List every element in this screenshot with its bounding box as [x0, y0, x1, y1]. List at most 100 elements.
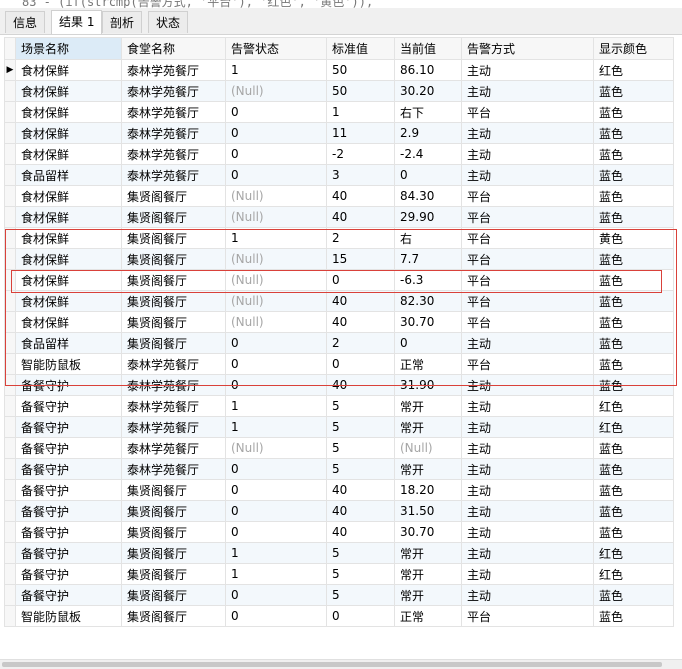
table-cell[interactable]: 主动: [461, 374, 594, 396]
table-cell[interactable]: 食材保鲜: [15, 206, 122, 228]
row-indicator[interactable]: [4, 605, 16, 627]
table-cell[interactable]: 食材保鲜: [15, 269, 122, 291]
table-cell[interactable]: 集贤阁餐厅: [121, 479, 226, 501]
table-cell[interactable]: 0: [225, 332, 327, 354]
column-header[interactable]: 场景名称: [15, 37, 122, 60]
table-cell[interactable]: 蓝色: [593, 311, 674, 333]
table-row[interactable]: 食材保鲜 泰林学苑餐厅 0 -2 -2.4 主动 蓝色: [4, 143, 674, 165]
table-cell[interactable]: 食材保鲜: [15, 122, 122, 144]
table-cell[interactable]: 食品留样: [15, 164, 122, 186]
table-row[interactable]: 备餐守护 泰林学苑餐厅 0 40 31.90 主动 蓝色: [4, 374, 674, 396]
table-cell[interactable]: 29.90: [394, 206, 462, 228]
table-cell[interactable]: 40: [326, 479, 395, 501]
row-indicator[interactable]: ▶: [4, 59, 16, 81]
row-indicator[interactable]: [4, 437, 16, 459]
table-cell[interactable]: 常开: [394, 584, 462, 606]
table-cell[interactable]: 蓝色: [593, 290, 674, 312]
table-cell[interactable]: 蓝色: [593, 80, 674, 102]
column-header[interactable]: 告警方式: [461, 37, 594, 60]
row-indicator[interactable]: [4, 500, 16, 522]
table-cell[interactable]: 泰林学苑餐厅: [121, 122, 226, 144]
table-cell[interactable]: -2: [326, 143, 395, 165]
table-cell[interactable]: 平台: [461, 311, 594, 333]
row-indicator[interactable]: [4, 101, 16, 123]
table-row[interactable]: 备餐守护 泰林学苑餐厅 0 5 常开 主动 蓝色: [4, 458, 674, 480]
table-cell[interactable]: (Null): [225, 80, 327, 102]
row-indicator[interactable]: [4, 542, 16, 564]
table-cell[interactable]: 30.20: [394, 80, 462, 102]
row-indicator[interactable]: [4, 353, 16, 375]
table-cell[interactable]: 备餐守护: [15, 479, 122, 501]
table-cell[interactable]: -6.3: [394, 269, 462, 291]
row-indicator[interactable]: [4, 584, 16, 606]
table-cell[interactable]: 平台: [461, 185, 594, 207]
table-cell[interactable]: 0: [225, 500, 327, 522]
table-cell[interactable]: 集贤阁餐厅: [121, 248, 226, 270]
table-cell[interactable]: 红色: [593, 416, 674, 438]
table-cell[interactable]: 0: [225, 584, 327, 606]
table-cell[interactable]: 1: [326, 101, 395, 123]
table-cell[interactable]: 40: [326, 290, 395, 312]
table-cell[interactable]: 蓝色: [593, 185, 674, 207]
table-cell[interactable]: 蓝色: [593, 500, 674, 522]
table-cell[interactable]: 食材保鲜: [15, 143, 122, 165]
scrollbar-thumb[interactable]: [2, 662, 662, 667]
table-row[interactable]: ▶ 食材保鲜 泰林学苑餐厅 1 50 86.10 主动 红色: [4, 59, 674, 81]
table-cell[interactable]: 集贤阁餐厅: [121, 269, 226, 291]
table-cell[interactable]: 11: [326, 122, 395, 144]
table-cell[interactable]: 泰林学苑餐厅: [121, 143, 226, 165]
table-cell[interactable]: 5: [326, 416, 395, 438]
table-cell[interactable]: 集贤阁餐厅: [121, 563, 226, 585]
row-indicator[interactable]: [4, 185, 16, 207]
table-row[interactable]: 智能防鼠板 集贤阁餐厅 0 0 正常 平台 蓝色: [4, 605, 674, 627]
table-cell[interactable]: 平台: [461, 605, 594, 627]
table-cell[interactable]: (Null): [225, 248, 327, 270]
table-cell[interactable]: 集贤阁餐厅: [121, 185, 226, 207]
table-cell[interactable]: 泰林学苑餐厅: [121, 353, 226, 375]
column-header[interactable]: 食堂名称: [121, 37, 226, 60]
table-cell[interactable]: 0: [225, 458, 327, 480]
table-cell[interactable]: 右下: [394, 101, 462, 123]
table-row[interactable]: 备餐守护 集贤阁餐厅 0 5 常开 主动 蓝色: [4, 584, 674, 606]
table-cell[interactable]: 集贤阁餐厅: [121, 584, 226, 606]
table-row[interactable]: 食材保鲜 泰林学苑餐厅 0 1 右下 平台 蓝色: [4, 101, 674, 123]
table-cell[interactable]: 0: [225, 122, 327, 144]
table-cell[interactable]: 40: [326, 311, 395, 333]
table-row[interactable]: 食材保鲜 集贤阁餐厅 1 2 右平台 黄色: [4, 227, 674, 249]
table-cell[interactable]: 蓝色: [593, 101, 674, 123]
table-cell[interactable]: 0: [225, 164, 327, 186]
table-cell[interactable]: 食材保鲜: [15, 80, 122, 102]
table-cell[interactable]: 食材保鲜: [15, 101, 122, 123]
table-cell[interactable]: 0: [225, 479, 327, 501]
table-cell[interactable]: 集贤阁餐厅: [121, 227, 226, 249]
table-cell[interactable]: 2: [326, 332, 395, 354]
table-cell[interactable]: 蓝色: [593, 353, 674, 375]
table-cell[interactable]: 主动: [461, 122, 594, 144]
table-cell[interactable]: 31.90: [394, 374, 462, 396]
table-cell[interactable]: 2: [326, 227, 395, 249]
table-cell[interactable]: 集贤阁餐厅: [121, 290, 226, 312]
table-cell[interactable]: -2.4: [394, 143, 462, 165]
table-cell[interactable]: 泰林学苑餐厅: [121, 59, 226, 81]
table-cell[interactable]: 食材保鲜: [15, 290, 122, 312]
table-cell[interactable]: 备餐守护: [15, 395, 122, 417]
table-cell[interactable]: 智能防鼠板: [15, 605, 122, 627]
table-cell[interactable]: 备餐守护: [15, 521, 122, 543]
table-cell[interactable]: 0: [326, 605, 395, 627]
table-cell[interactable]: (Null): [394, 437, 462, 459]
table-cell[interactable]: 5: [326, 542, 395, 564]
row-indicator[interactable]: [4, 458, 16, 480]
table-cell[interactable]: 主动: [461, 143, 594, 165]
table-cell[interactable]: 主动: [461, 458, 594, 480]
table-cell[interactable]: 0: [225, 521, 327, 543]
table-cell[interactable]: 0: [326, 269, 395, 291]
table-cell[interactable]: 主动: [461, 59, 594, 81]
table-cell[interactable]: 集贤阁餐厅: [121, 521, 226, 543]
table-cell[interactable]: 红色: [593, 59, 674, 81]
table-cell[interactable]: 主动: [461, 437, 594, 459]
table-cell[interactable]: 5: [326, 437, 395, 459]
column-header[interactable]: 告警状态: [225, 37, 327, 60]
table-cell[interactable]: 3: [326, 164, 395, 186]
table-cell[interactable]: 0: [225, 353, 327, 375]
table-row[interactable]: 备餐守护 集贤阁餐厅 1 5 常开 主动 红色: [4, 563, 674, 585]
